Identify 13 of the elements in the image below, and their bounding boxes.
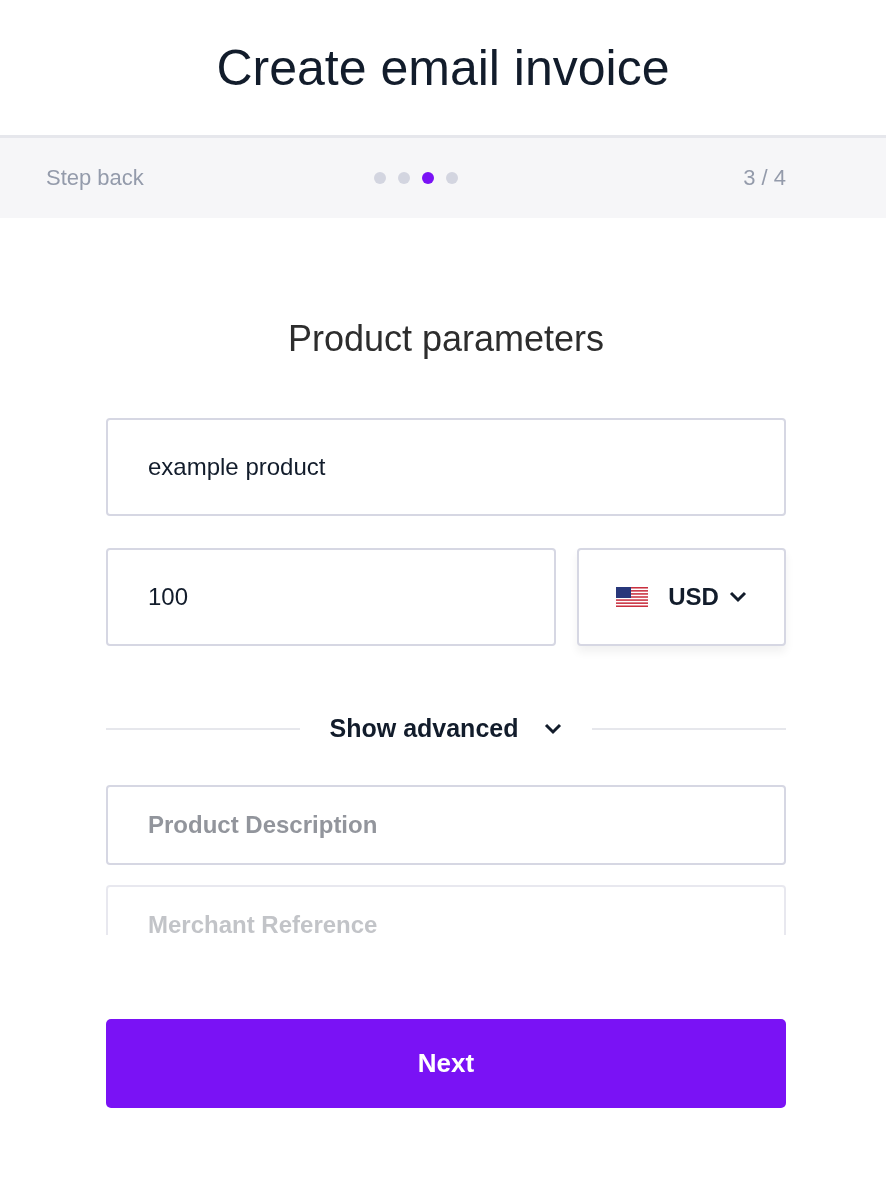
step-counter: 3 / 4 <box>743 165 786 191</box>
product-name-field[interactable]: example product <box>106 418 786 516</box>
text-field[interactable]: Merchant Reference <box>106 885 786 935</box>
currency-select[interactable]: USD <box>577 548 786 646</box>
show-advanced-toggle[interactable]: Show advanced <box>329 714 563 743</box>
flag-icon <box>616 587 649 607</box>
chevron-down-icon <box>728 591 747 603</box>
section-heading: Product parameters <box>286 318 606 361</box>
next-button[interactable]: Next <box>106 1019 786 1108</box>
chevron-icon <box>544 722 563 735</box>
amount-field[interactable]: 100 <box>106 548 556 646</box>
text-field[interactable]: Product Description <box>106 785 786 865</box>
page-title: Create email invoice <box>216 38 670 97</box>
